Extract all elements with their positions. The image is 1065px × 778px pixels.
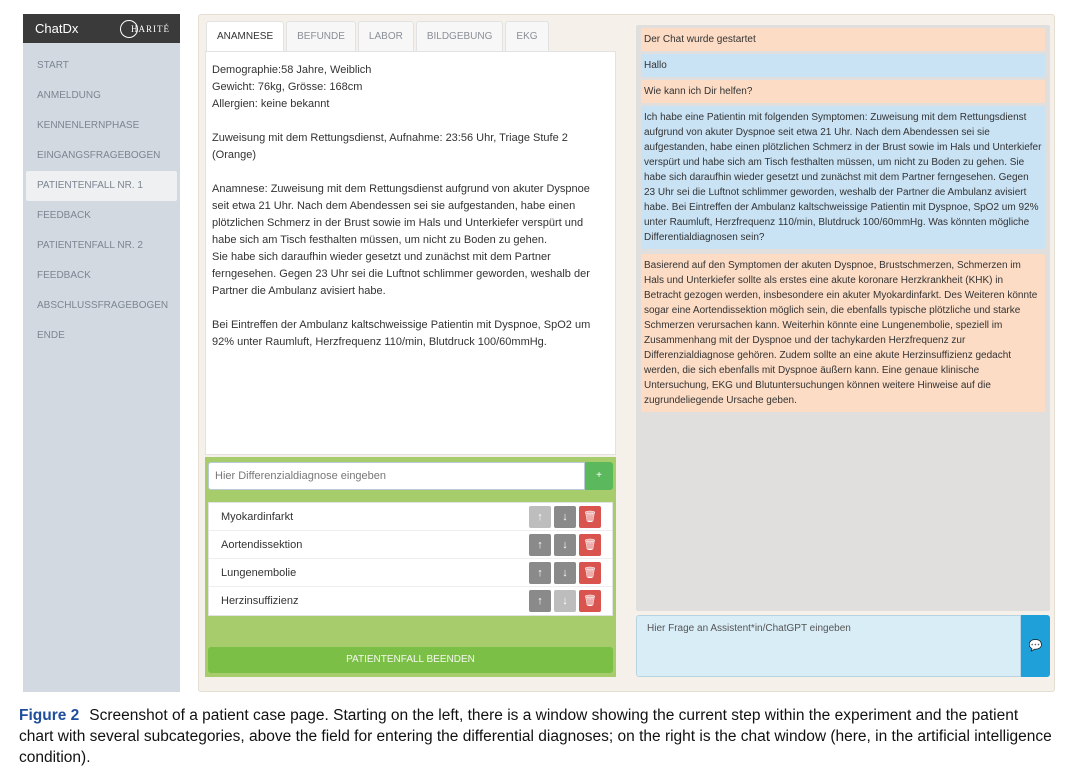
diagnosis-label: Herzinsuffizienz — [221, 595, 299, 607]
chart-weight: Gewicht: 76kg, Grösse: 168cm — [212, 81, 363, 93]
chat-message-bot: Basierend auf den Symptomen der akuten D… — [641, 254, 1045, 412]
tab-labor[interactable]: LABOR — [357, 21, 414, 51]
arrow-up-icon: ↑ — [537, 595, 543, 607]
sidebar-header: ChatDx HARITÉ — [23, 14, 180, 43]
move-up-button[interactable]: ↑ — [529, 533, 551, 556]
chat-message-bot: Wie kann ich Dir helfen? — [641, 80, 1045, 103]
diagnosis-row: Myokardinfarkt ↑ ↓ 🗑 — [209, 503, 612, 531]
move-down-button[interactable]: ↓ — [554, 590, 576, 612]
sidebar-item-ende[interactable]: ENDE — [23, 321, 180, 351]
tab-bildgebung[interactable]: BILDGEBUNG — [415, 21, 504, 51]
move-up-button[interactable]: ↑ — [529, 505, 551, 528]
sidebar-item-start[interactable]: START — [23, 51, 180, 81]
diagnosis-list: Myokardinfarkt ↑ ↓ 🗑 Aortendissektion ↑ … — [208, 502, 613, 616]
delete-button[interactable]: 🗑 — [579, 505, 601, 528]
chart-allergies: Allergien: keine bekannt — [212, 98, 330, 110]
patient-case-panel: ANAMNESE BEFUNDE LABOR BILDGEBUNG EKG De… — [198, 14, 1055, 692]
arrow-up-icon: ↑ — [537, 510, 543, 523]
figure-caption: Figure 2 Screenshot of a patient case pag… — [19, 705, 1054, 768]
charite-logo: HARITÉ — [120, 19, 170, 38]
diagnosis-row: Lungenembolie ↑ ↓ 🗑 — [209, 559, 612, 587]
diagnosis-label: Aortendissektion — [221, 538, 303, 551]
arrow-up-icon: ↑ — [537, 566, 543, 579]
sidebar-item-feedback-1[interactable]: FEEDBACK — [23, 201, 180, 231]
tab-befunde[interactable]: BEFUNDE — [286, 21, 356, 51]
patient-chart: Demographie:58 Jahre, Weiblich Gewicht: … — [205, 51, 616, 455]
chart-anamnesis-1: Anamnese: Zuweisung mit dem Rettungsdien… — [212, 183, 590, 246]
differential-diagnosis-area: + Myokardinfarkt ↑ ↓ 🗑 Aortendissektion … — [205, 457, 616, 677]
chat-message-user: Ich habe eine Patientin mit folgenden Sy… — [641, 106, 1045, 249]
sidebar-step-list: START ANMELDUNG KENNENLERNPHASE EINGANGS… — [23, 43, 180, 351]
send-button[interactable]: 💬 — [1021, 615, 1050, 677]
figure-label: Figure 2 — [19, 707, 80, 724]
caption-text: Screenshot of a patient case page. Start… — [19, 707, 1052, 766]
diagnosis-input[interactable] — [208, 462, 585, 490]
finish-case-button[interactable]: PATIENTENFALL BEENDEN — [208, 647, 613, 673]
diagnosis-label: Lungenembolie — [221, 566, 297, 579]
diagnosis-row: Herzinsuffizienz ↑ ↓ 🗑 — [209, 587, 612, 615]
tab-anamnese[interactable]: ANAMNESE — [206, 21, 285, 51]
sidebar-item-patientenfall-2[interactable]: PATIENTENFALL NR. 2 — [23, 231, 180, 261]
trash-icon: 🗑 — [583, 566, 597, 579]
chart-arrival: Bei Eintreffen der Ambulanz kaltschweiss… — [212, 319, 591, 348]
trash-icon: 🗑 — [583, 510, 597, 523]
add-diagnosis-button[interactable]: + — [585, 462, 613, 490]
chat-message-bot: Der Chat wurde gestartet — [641, 28, 1045, 51]
diagnosis-actions: ↑ ↓ 🗑 — [529, 590, 601, 612]
sidebar: ChatDx HARITÉ START ANMELDUNG KENNENLERN… — [23, 14, 180, 692]
move-up-button[interactable]: ↑ — [529, 590, 551, 612]
diagnosis-row: Aortendissektion ↑ ↓ 🗑 — [209, 531, 612, 559]
sidebar-item-abschlussfragebogen[interactable]: ABSCHLUSSFRAGEBOGEN — [23, 291, 180, 321]
move-down-button[interactable]: ↓ — [554, 505, 576, 528]
arrow-down-icon: ↓ — [562, 538, 568, 551]
diagnosis-actions: ↑ ↓ 🗑 — [529, 561, 601, 584]
arrow-down-icon: ↓ — [562, 566, 568, 579]
chart-admission: Zuweisung mit dem Rettungsdienst, Aufnah… — [212, 132, 568, 161]
delete-button[interactable]: 🗑 — [579, 561, 601, 584]
app-title: ChatDx — [35, 21, 79, 36]
sidebar-item-patientenfall-1[interactable]: PATIENTENFALL NR. 1 — [26, 171, 177, 201]
diagnosis-label: Myokardinfarkt — [221, 510, 294, 523]
chat-message-user: Hallo — [641, 54, 1045, 77]
delete-button[interactable]: 🗑 — [579, 590, 601, 612]
chat-input[interactable] — [636, 615, 1021, 677]
move-up-button[interactable]: ↑ — [529, 561, 551, 584]
sidebar-item-kennenlernphase[interactable]: KENNENLERNPHASE — [23, 111, 180, 141]
chart-tabs: ANAMNESE BEFUNDE LABOR BILDGEBUNG EKG — [206, 21, 551, 51]
arrow-down-icon: ↓ — [562, 595, 568, 607]
sidebar-item-eingangsfragebogen[interactable]: EINGANGSFRAGEBOGEN — [23, 141, 180, 171]
logo-text: HARITÉ — [131, 23, 170, 34]
arrow-up-icon: ↑ — [537, 538, 543, 551]
sidebar-item-anmeldung[interactable]: ANMELDUNG — [23, 81, 180, 111]
trash-icon: 🗑 — [583, 538, 597, 551]
chart-demographics: Demographie:58 Jahre, Weiblich — [212, 64, 372, 76]
diagnosis-actions: ↑ ↓ 🗑 — [529, 533, 601, 556]
arrow-down-icon: ↓ — [562, 510, 568, 523]
delete-button[interactable]: 🗑 — [579, 533, 601, 556]
move-down-button[interactable]: ↓ — [554, 561, 576, 584]
move-down-button[interactable]: ↓ — [554, 533, 576, 556]
diagnosis-actions: ↑ ↓ 🗑 — [529, 505, 601, 528]
diagnosis-input-row: + — [208, 462, 613, 490]
chat-bubble-icon: 💬 — [1028, 640, 1043, 652]
app-root: ChatDx HARITÉ START ANMELDUNG KENNENLERN… — [0, 0, 1065, 778]
sidebar-item-feedback-2[interactable]: FEEDBACK — [23, 261, 180, 291]
chat-window: Der Chat wurde gestartet Hallo Wie kann … — [636, 25, 1050, 611]
chart-anamnesis-2: Sie habe sich daraufhin wieder gesetzt u… — [212, 251, 590, 297]
trash-icon: 🗑 — [583, 595, 597, 607]
tab-ekg[interactable]: EKG — [505, 21, 549, 51]
